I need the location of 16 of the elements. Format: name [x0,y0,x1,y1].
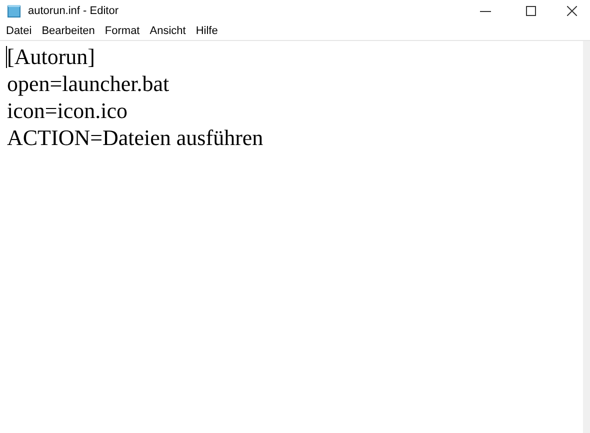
scrollbar[interactable] [583,41,590,433]
text-line: icon=icon.ico [7,97,128,124]
text-line: open=launcher.bat [7,70,170,97]
close-icon [567,6,577,16]
maximize-icon [526,6,536,16]
text-cursor [6,46,7,68]
menu-item[interactable]: Datei [1,23,37,39]
text-line: ACTION=Dateien ausführen [7,124,264,151]
text-area[interactable]: [Autorun] open=launcher.bat icon=icon.ico ACTION=Dateien ausführen [0,41,583,433]
window-title: autorun.inf - Editor [28,4,118,19]
notepad-icon [7,4,21,18]
menu-item[interactable]: Ansicht [144,23,191,39]
menu-item[interactable]: Format [100,23,145,39]
text-line: [Autorun] [7,43,95,70]
menu-item[interactable]: Bearbeiten [36,23,100,39]
menu-item[interactable]: Hilfe [190,23,223,39]
